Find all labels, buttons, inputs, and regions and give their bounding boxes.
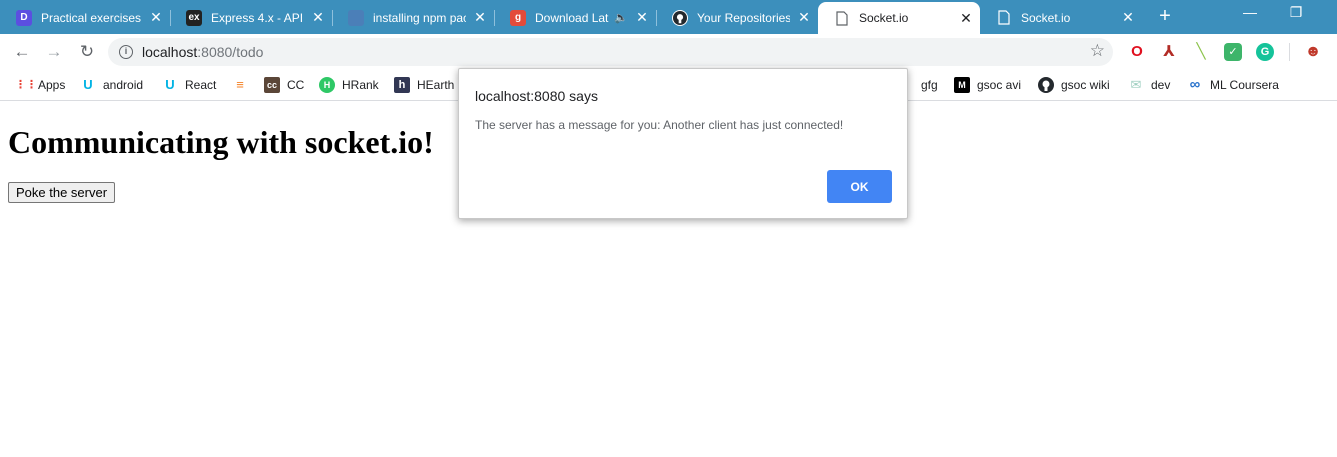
bookmark-label: CC: [287, 78, 305, 92]
bookmark-apps[interactable]: ⋮⋮ Apps: [15, 76, 65, 94]
bookmark-label: dev: [1151, 78, 1171, 92]
browser-toolbar: ← → ↻ i localhost:8080/todo ☆ O ⅄ ╲ ✓ G …: [0, 34, 1337, 70]
bookmark-star-icon[interactable]: ☆: [1090, 41, 1105, 61]
checklist-icon[interactable]: ✓: [1224, 43, 1242, 61]
close-tab-icon[interactable]: ✕: [148, 9, 164, 26]
close-tab-icon[interactable]: ✕: [634, 9, 650, 26]
tab-download[interactable]: g Download Lat 🔈 ✕: [494, 3, 656, 32]
alert-dialog: localhost:8080 says The server has a mes…: [458, 68, 908, 219]
bookmark-cc[interactable]: cc CC: [264, 76, 304, 94]
bookmark-label: android: [103, 78, 144, 92]
dialog-origin: localhost:8080 says: [475, 88, 598, 104]
medium-icon: M: [954, 77, 970, 93]
bookmark-gfg[interactable]: gfg: [904, 76, 938, 94]
new-tab-button[interactable]: +: [1155, 6, 1175, 26]
bookmark-android[interactable]: U android: [80, 76, 143, 94]
page-heading: Communicating with socket.io!: [8, 124, 434, 160]
pdf-icon[interactable]: ⅄: [1160, 43, 1178, 61]
mail-icon: ✉: [1128, 77, 1144, 93]
url-host: localhost: [142, 44, 198, 60]
stackoverflow-icon: ≡: [232, 77, 248, 93]
express-favicon-icon: ex: [186, 9, 202, 26]
tab-favicon-icon: D: [16, 9, 32, 26]
github-icon: [672, 9, 688, 26]
tab-favicon-icon: [348, 9, 364, 26]
apps-grid-icon: ⋮⋮: [15, 77, 37, 93]
bookmark-hearth[interactable]: h HEarth: [394, 76, 454, 94]
bookmark-label: HRank: [342, 78, 379, 92]
bookmark-hrank[interactable]: H HRank: [319, 76, 379, 94]
toolbar-divider: [1289, 43, 1290, 61]
tab-title: Express 4.x - API R: [211, 10, 304, 25]
opera-icon[interactable]: O: [1128, 43, 1146, 61]
bookmark-label: React: [185, 78, 217, 92]
page-document-icon: [834, 10, 850, 26]
reload-button[interactable]: ↻: [76, 41, 98, 63]
bookmark-dev[interactable]: ✉ dev: [1128, 76, 1170, 94]
url-path: :8080/todo: [197, 44, 264, 60]
bookmark-ml-coursera[interactable]: ∞ ML Coursera: [1187, 76, 1279, 94]
tab-practical-exercises[interactable]: D Practical exercises ✕: [0, 3, 170, 32]
bookmark-label: gsoc avi: [977, 78, 1022, 92]
github-icon: [1038, 77, 1054, 93]
url-text[interactable]: localhost:8080/todo: [142, 44, 263, 60]
tab-title: installing npm pac: [373, 10, 466, 25]
ok-button[interactable]: OK: [827, 170, 892, 203]
codechef-icon: cc: [264, 77, 280, 93]
bookmark-label: ML Coursera: [1210, 78, 1279, 92]
tab-socket-io[interactable]: Socket.io ✕: [980, 3, 1142, 32]
audio-playing-icon[interactable]: 🔈: [614, 11, 628, 24]
close-tab-icon[interactable]: ✕: [1120, 9, 1136, 26]
tab-express-api[interactable]: ex Express 4.x - API R ✕: [170, 3, 332, 32]
tab-title: Socket.io: [859, 11, 909, 25]
bookmark-stackoverflow[interactable]: ≡: [232, 76, 255, 94]
gaana-favicon-icon: g: [510, 9, 526, 26]
tab-your-repositories[interactable]: Your Repositories ✕: [656, 3, 818, 32]
page-document-icon: [996, 10, 1012, 26]
grammarly-icon[interactable]: G: [1256, 43, 1274, 61]
bookmark-label: HEarth: [417, 78, 455, 92]
profile-avatar[interactable]: ☻: [1304, 43, 1322, 61]
udacity-icon: U: [80, 77, 96, 93]
restore-window-button[interactable]: ❐: [1284, 4, 1308, 24]
coursera-icon: ∞: [1187, 77, 1203, 93]
poke-server-button[interactable]: Poke the server: [8, 182, 116, 203]
back-button[interactable]: ←: [11, 41, 33, 63]
pen-icon[interactable]: ╲: [1192, 43, 1210, 61]
close-tab-icon[interactable]: ✕: [472, 9, 488, 26]
dialog-message: The server has a message for you: Anothe…: [475, 118, 844, 132]
bookmark-label: gfg: [921, 78, 938, 92]
site-info-icon[interactable]: i: [119, 45, 133, 59]
minimize-window-button[interactable]: —: [1238, 4, 1262, 24]
close-tab-icon[interactable]: ✕: [958, 10, 974, 27]
address-bar[interactable]: i localhost:8080/todo ☆: [108, 38, 1113, 66]
bookmark-label: Apps: [38, 78, 66, 92]
close-tab-icon[interactable]: ✕: [796, 9, 812, 26]
tab-title: Your Repositories: [697, 10, 790, 25]
hackerrank-icon: H: [319, 77, 335, 93]
close-tab-icon[interactable]: ✕: [310, 9, 326, 26]
tab-installing-npm[interactable]: installing npm pac ✕: [332, 3, 494, 32]
tab-title: Socket.io: [1021, 10, 1071, 25]
udacity-icon: U: [162, 77, 178, 93]
tab-title: Practical exercises: [41, 10, 142, 25]
tab-socket-io-active[interactable]: Socket.io ✕: [818, 2, 980, 34]
bookmark-gsoc-wiki[interactable]: gsoc wiki: [1038, 76, 1110, 94]
bookmark-label: gsoc wiki: [1061, 78, 1110, 92]
tab-strip: D Practical exercises ✕ ex Express 4.x -…: [0, 0, 1337, 34]
tab-title: Download Lat: [535, 10, 609, 25]
bookmark-react[interactable]: U React: [162, 76, 216, 94]
bookmark-gsoc-avi[interactable]: M gsoc avi: [954, 76, 1021, 94]
hackerearth-icon: h: [394, 77, 410, 93]
forward-button[interactable]: →: [43, 41, 65, 63]
